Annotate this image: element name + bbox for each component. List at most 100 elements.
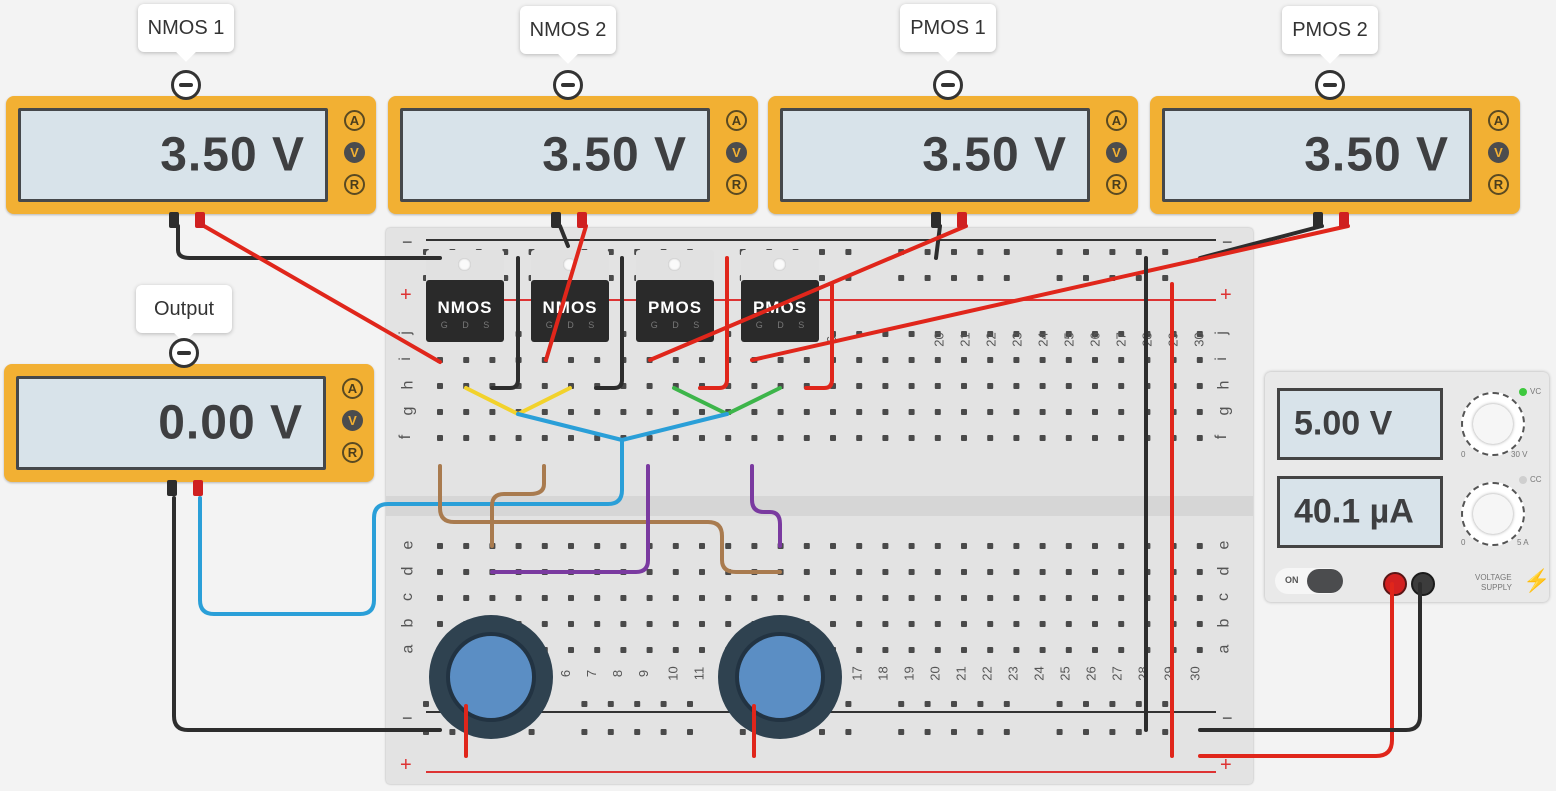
rail-hole[interactable] [1003,701,1010,707]
breadboard-hole[interactable] [699,647,705,653]
breadboard-hole[interactable] [987,621,994,627]
breadboard-hole[interactable] [1118,647,1125,653]
minus-icon[interactable] [169,338,199,368]
multimeter-pmos-2[interactable]: 3.50 V AVR [1150,96,1520,228]
rail-hole[interactable] [924,249,931,255]
breadboard-hole[interactable] [1065,621,1072,627]
rail-hole[interactable] [845,701,852,707]
breadboard-hole[interactable] [1144,595,1151,601]
breadboard-hole[interactable] [568,357,574,363]
positive-probe[interactable] [577,212,587,228]
breadboard-hole[interactable] [489,409,496,415]
breadboard-hole[interactable] [908,383,915,389]
breadboard-hole[interactable] [646,621,653,627]
breadboard-hole[interactable] [908,435,915,441]
breadboard-hole[interactable] [1092,621,1098,627]
breadboard-hole[interactable] [1092,383,1098,389]
breadboard-hole[interactable] [961,647,967,653]
breadboard-hole[interactable] [1196,647,1203,653]
breadboard-hole[interactable] [1013,357,1020,363]
breadboard-hole[interactable] [934,435,941,441]
breadboard-hole[interactable] [856,383,863,389]
breadboard-hole[interactable] [594,409,601,415]
breadboard-hole[interactable] [699,543,705,549]
multimeter-nmos-1[interactable]: 3.50 V AVR [6,96,376,228]
rail-hole[interactable] [845,275,852,281]
rail-hole[interactable] [687,729,693,735]
breadboard-hole[interactable] [699,595,705,601]
rail-hole[interactable] [819,729,825,735]
breadboard-hole[interactable] [515,595,522,601]
breadboard-hole[interactable] [1170,543,1177,549]
rail-hole[interactable] [898,275,905,281]
breadboard-hole[interactable] [1170,621,1177,627]
breadboard-hole[interactable] [515,383,522,389]
mode-button-r[interactable]: R [342,442,363,463]
breadboard-hole[interactable] [777,595,784,601]
breadboard-hole[interactable] [1013,409,1020,415]
breadboard-hole[interactable] [1039,621,1046,627]
breadboard-hole[interactable] [620,543,627,549]
mode-button-r[interactable]: R [1106,174,1127,195]
breadboard-hole[interactable] [437,569,443,575]
breadboard-hole[interactable] [1118,595,1125,601]
breadboard-hole[interactable] [568,621,574,627]
breadboard-hole[interactable] [646,569,653,575]
breadboard-hole[interactable] [830,621,836,627]
power-switch[interactable]: ON [1275,568,1343,594]
breadboard-hole[interactable] [934,543,941,549]
breadboard-hole[interactable] [830,435,836,441]
breadboard-hole[interactable] [803,569,810,575]
mode-button-v[interactable]: V [1106,142,1127,163]
minus-icon[interactable] [1315,70,1345,100]
breadboard-hole[interactable] [541,435,548,441]
breadboard-hole[interactable] [646,543,653,549]
breadboard-hole[interactable] [725,383,732,389]
rail-hole[interactable] [607,701,614,707]
breadboard-hole[interactable] [620,621,627,627]
breadboard-hole[interactable] [961,543,967,549]
breadboard-hole[interactable] [1092,435,1098,441]
breadboard-hole[interactable] [568,595,574,601]
breadboard-hole[interactable] [515,357,522,363]
breadboard-hole[interactable] [1065,647,1072,653]
breadboard-hole[interactable] [1144,383,1151,389]
breadboard-hole[interactable] [908,647,915,653]
breadboard-hole[interactable] [961,357,967,363]
rail-hole[interactable] [581,729,588,735]
rail-hole[interactable] [898,729,905,735]
negative-probe[interactable] [931,212,941,228]
rail-hole[interactable] [1056,249,1063,255]
rail-hole[interactable] [1135,275,1142,281]
breadboard-hole[interactable] [646,595,653,601]
breadboard-hole[interactable] [1039,357,1046,363]
breadboard-hole[interactable] [437,435,443,441]
breadboard-hole[interactable] [1065,543,1072,549]
breadboard-hole[interactable] [725,331,732,337]
breadboard-hole[interactable] [568,409,574,415]
breadboard-hole[interactable] [725,569,732,575]
breadboard-hole[interactable] [437,621,443,627]
breadboard-hole[interactable] [646,409,653,415]
breadboard-hole[interactable] [463,383,470,389]
breadboard-hole[interactable] [961,435,967,441]
breadboard-hole[interactable] [620,569,627,575]
rail-hole[interactable] [1056,701,1063,707]
breadboard-hole[interactable] [777,357,784,363]
breadboard-hole[interactable] [803,595,810,601]
breadboard-hole[interactable] [437,357,443,363]
meter-label-callout[interactable]: Output [136,285,232,343]
breadboard-hole[interactable] [725,621,732,627]
breadboard-hole[interactable] [646,357,653,363]
breadboard-hole[interactable] [751,409,758,415]
rail-hole[interactable] [977,701,984,707]
breadboard-hole[interactable] [987,569,994,575]
mode-button-r[interactable]: R [1488,174,1509,195]
breadboard-hole[interactable] [672,621,679,627]
breadboard-hole[interactable] [830,595,836,601]
breadboard-hole[interactable] [1118,357,1125,363]
mode-button-v[interactable]: V [726,142,747,163]
breadboard-hole[interactable] [541,383,548,389]
circuit-canvas[interactable]: + + + + − − − − j j i i h h g g f f e e d d c c b b a a 6 20… [0,0,1556,791]
breadboard-hole[interactable] [1118,569,1125,575]
